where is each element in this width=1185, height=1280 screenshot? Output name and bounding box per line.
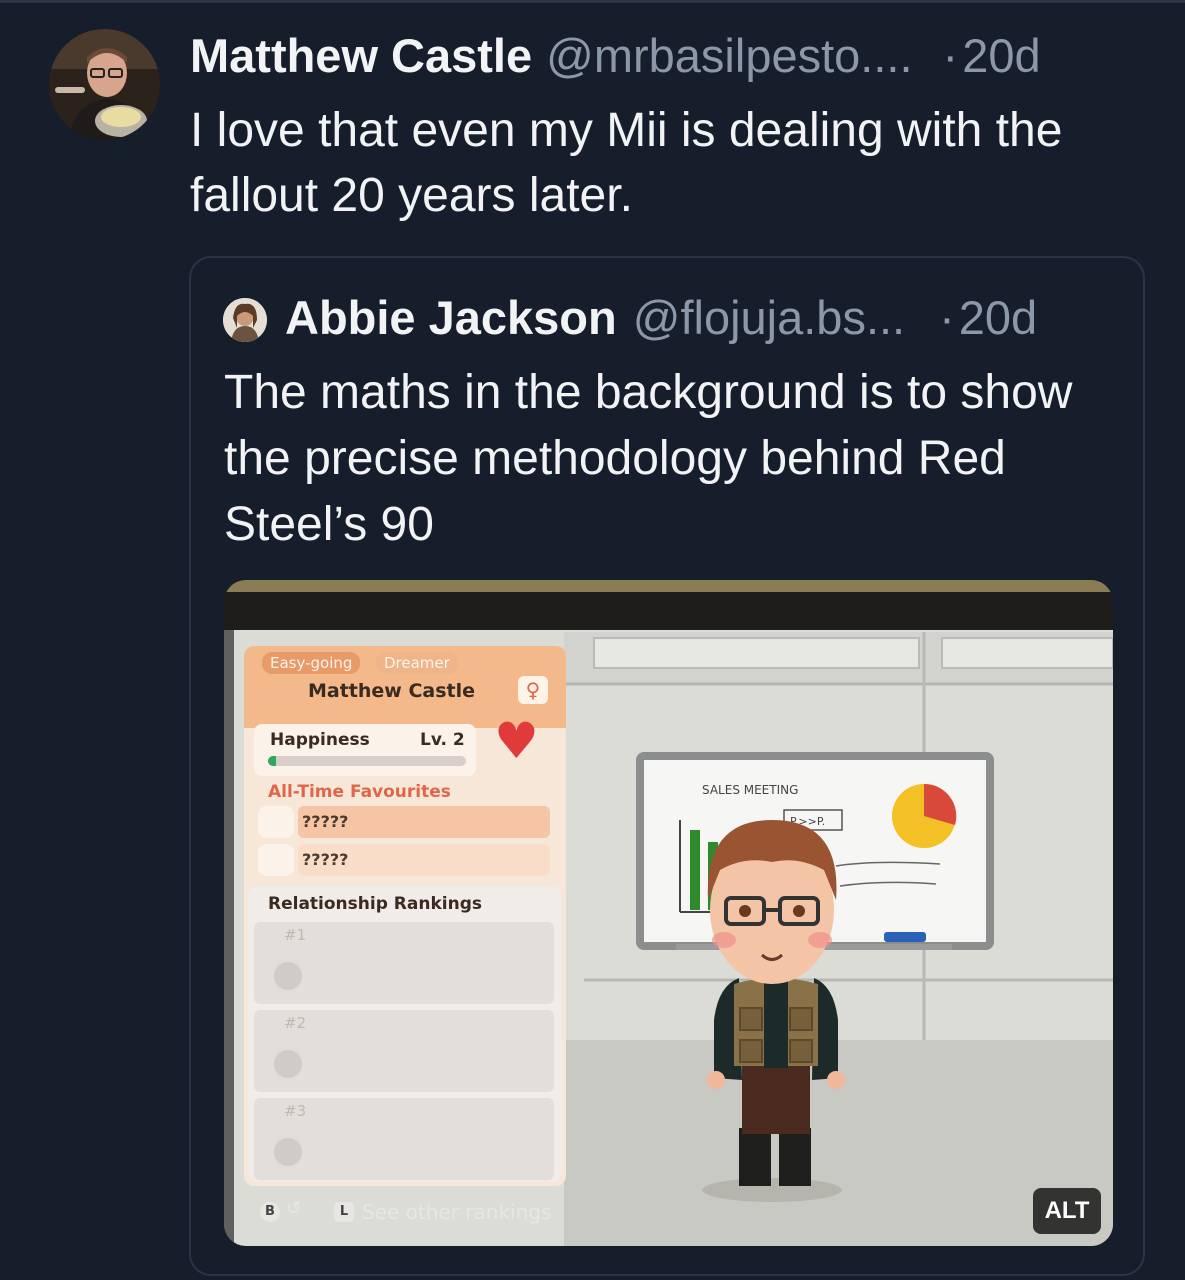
- mii-name: Matthew Castle: [308, 680, 476, 702]
- happiness-level: Lv. 2: [420, 730, 465, 750]
- quoted-post-age[interactable]: 20d: [959, 290, 1037, 345]
- ranking-slot: #3: [254, 1098, 554, 1180]
- post-header: Matthew Castle @mrbasilpesto.... · 20d: [190, 28, 1041, 84]
- author-handle[interactable]: @mrbasilpesto....: [546, 28, 912, 83]
- post-age-separator: ·: [942, 29, 959, 82]
- back-arrow-icon: ↺: [286, 1198, 302, 1219]
- ranking-slot: #2: [254, 1010, 554, 1092]
- see-other-rankings-hint: See other rankings: [362, 1200, 552, 1224]
- post-text: I love that even my Mii is dealing with …: [190, 104, 1063, 222]
- quoted-post-text: The maths in the background is to show t…: [224, 366, 1073, 551]
- button-l-icon: L: [334, 1202, 354, 1222]
- favourite-item: ?????: [302, 812, 349, 831]
- quoted-age-separator: ·: [939, 291, 955, 344]
- trait-badge-2: Dreamer: [376, 652, 458, 674]
- ranking-slot: #1: [254, 922, 554, 1004]
- post-age[interactable]: 20d: [962, 28, 1040, 83]
- author-name[interactable]: Matthew Castle: [190, 28, 532, 83]
- quoted-author-avatar[interactable]: [223, 298, 267, 342]
- quoted-author-handle[interactable]: @flojuja.bs...: [633, 290, 905, 345]
- favourites-heading: All-Time Favourites: [268, 782, 451, 802]
- mii-profile-panel: Easy-going Dreamer Matthew Castle ♀ Happ…: [244, 646, 566, 1186]
- quoted-post-image[interactable]: SALES MEETING P.>>P. Easy-going Dreamer …: [224, 580, 1113, 1246]
- author-avatar[interactable]: [49, 29, 160, 140]
- top-divider: [0, 0, 1185, 3]
- trait-badge-1: Easy-going: [262, 652, 361, 674]
- quoted-post-header: Abbie Jackson @flojuja.bs... · 20d: [285, 290, 1037, 346]
- gender-icon: ♀: [518, 676, 548, 704]
- rankings-heading: Relationship Rankings: [268, 894, 482, 914]
- quoted-author-name[interactable]: Abbie Jackson: [285, 290, 617, 345]
- heart-icon: ♥: [494, 712, 539, 770]
- favourite-item: ?????: [302, 850, 349, 869]
- quoted-post-card[interactable]: Abbie Jackson @flojuja.bs... · 20d The m…: [189, 256, 1145, 1276]
- happiness-label: Happiness: [270, 730, 370, 750]
- whiteboard-title: SALES MEETING: [702, 783, 798, 797]
- button-b-icon: B: [260, 1202, 280, 1222]
- happiness-bar: [268, 756, 466, 766]
- alt-text-button[interactable]: ALT: [1033, 1188, 1101, 1234]
